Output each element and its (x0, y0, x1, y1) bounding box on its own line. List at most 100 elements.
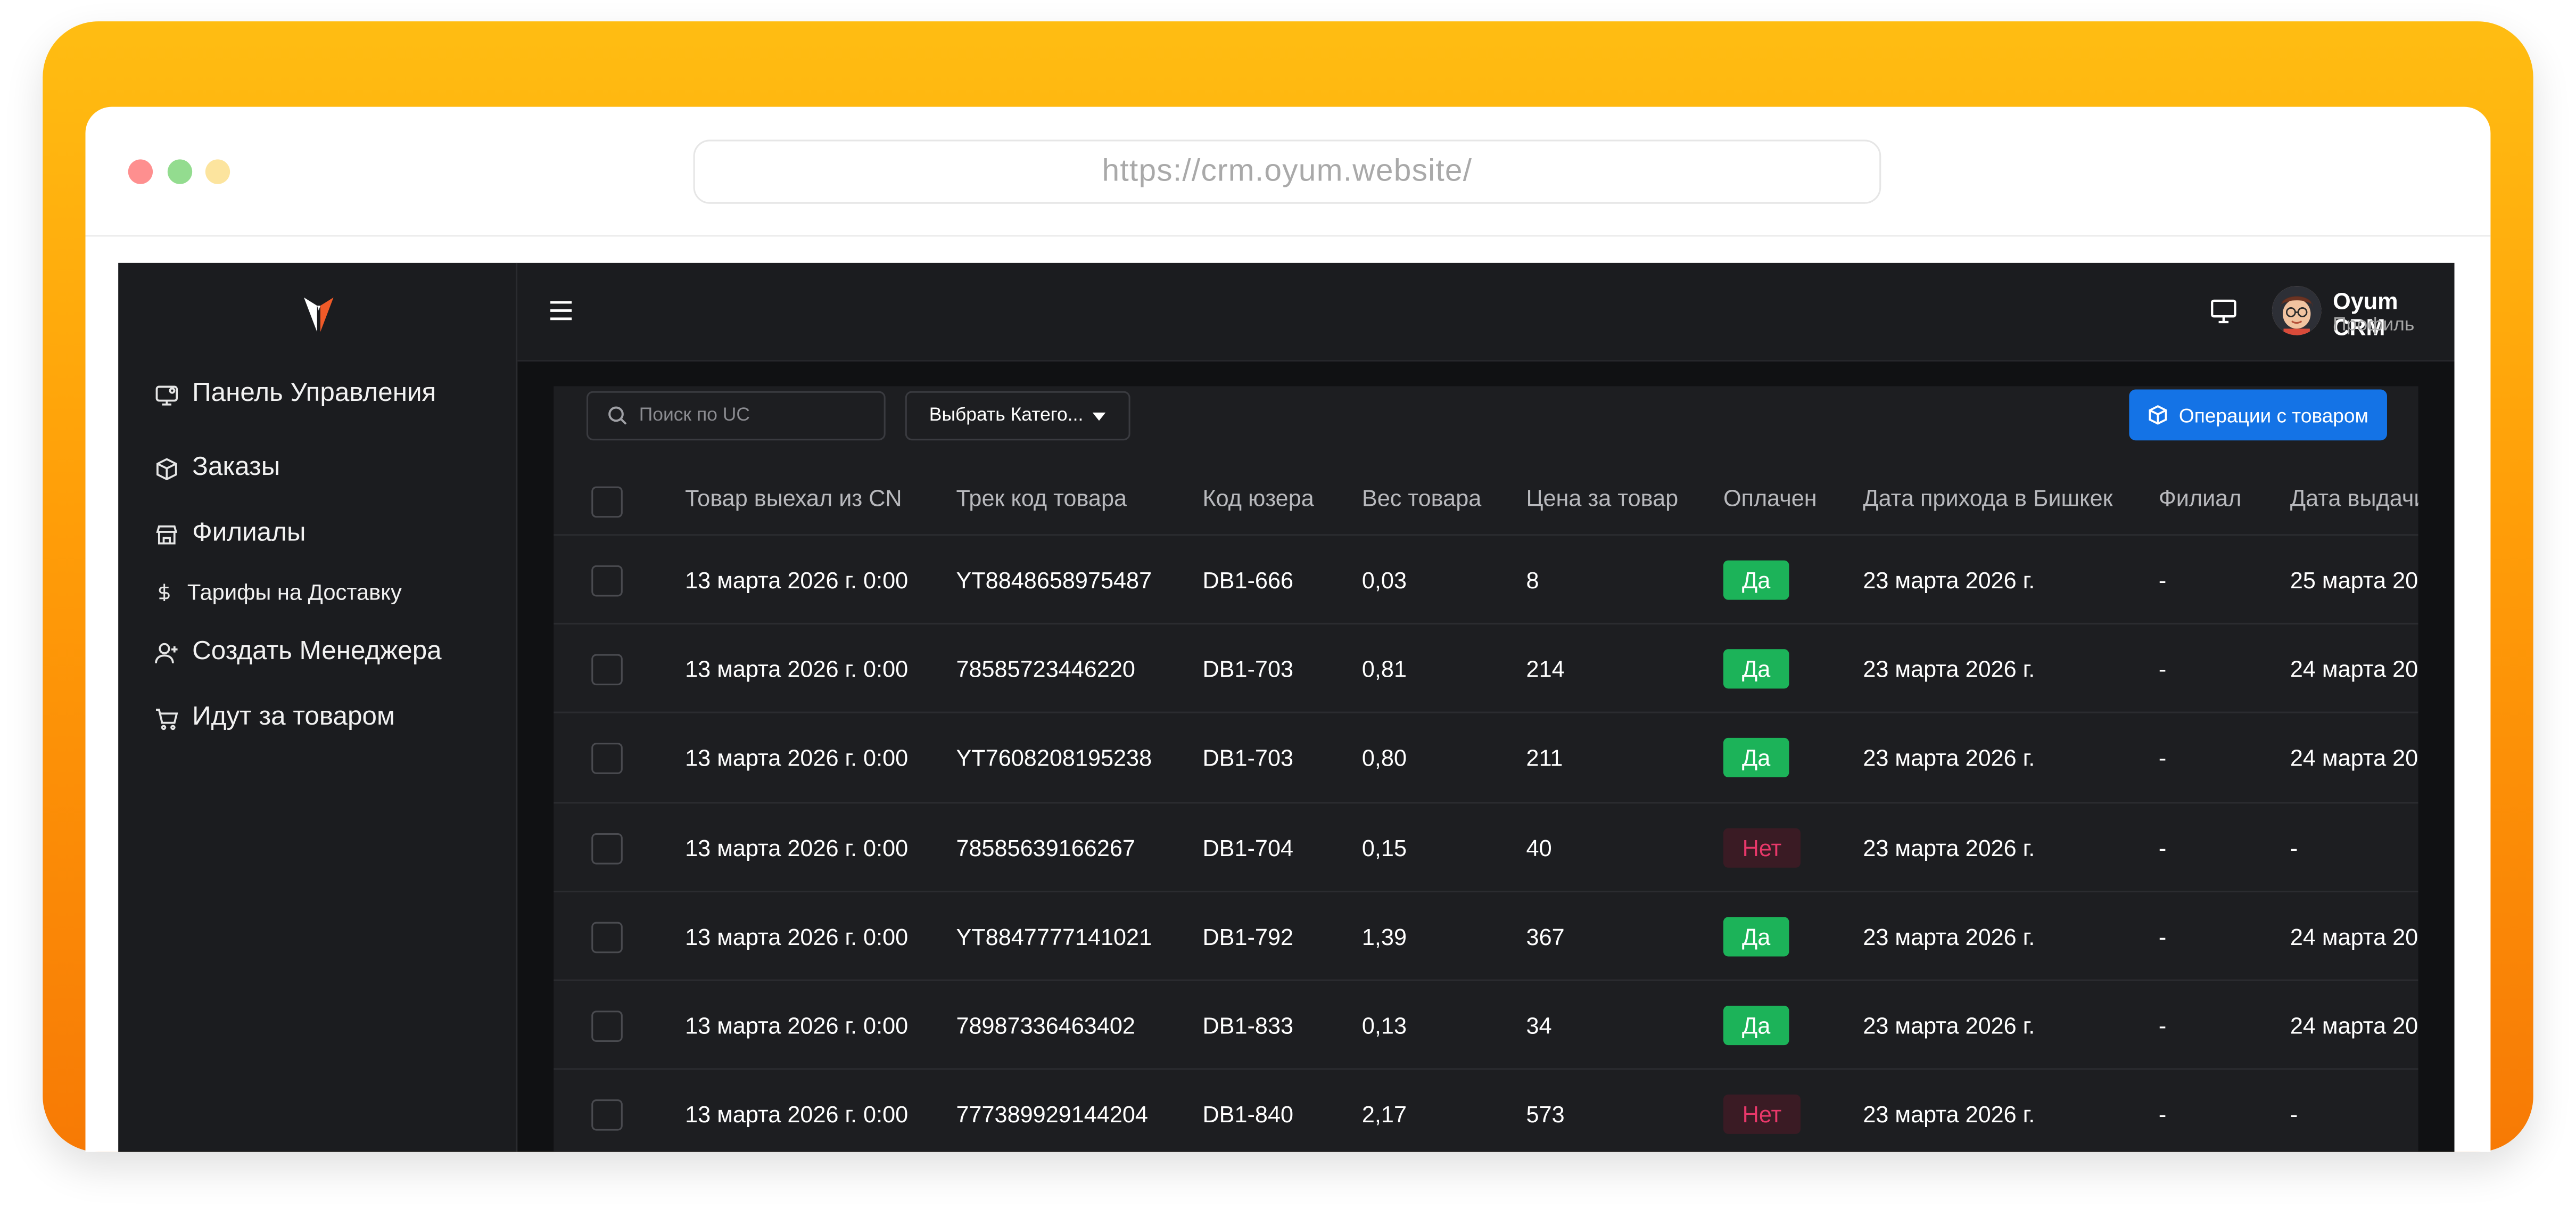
cell-branch: - (2158, 834, 2167, 861)
cell-track: YT7608208195238 (956, 745, 1152, 771)
search-box[interactable] (586, 391, 886, 441)
sidebar-item-branches[interactable]: Филиалы (154, 519, 306, 549)
cell-issued: - (2290, 834, 2298, 861)
fox-logo-icon[interactable] (299, 292, 338, 335)
cell-user: DB1-703 (1202, 745, 1294, 771)
row-checkbox[interactable] (591, 1010, 623, 1042)
cell-track: 78585723446220 (956, 656, 1135, 683)
sidebar-item-label: Панель Управления (192, 380, 436, 408)
column-header-branch[interactable]: Филиал (2159, 485, 2242, 511)
cell-weight: 0,13 (1361, 1012, 1407, 1039)
cell-track: YT8848658975487 (956, 566, 1152, 594)
column-header-user[interactable]: Код юзера (1202, 485, 1314, 511)
column-header-shipped[interactable]: Товар выехал из CN (685, 485, 902, 511)
row-checkbox[interactable] (591, 832, 623, 864)
browser-window: https://crm.oyum.website/ Панель Управле… (85, 106, 2491, 1152)
search-icon (608, 406, 627, 425)
cell-branch: - (2158, 656, 2167, 683)
cell-price: 367 (1526, 923, 1565, 950)
paid-status-badge: Да (1723, 1006, 1789, 1046)
cell-branch: - (2158, 923, 2167, 950)
address-bar[interactable]: https://crm.oyum.website/ (693, 139, 1881, 204)
cell-price: 40 (1526, 834, 1552, 861)
table-row[interactable]: 13 марта 2026 г. 0:00 78585723446220 DB1-7… (554, 623, 2418, 712)
sidebar-item-label: Заказы (192, 453, 280, 482)
cell-user: DB1-833 (1202, 1012, 1294, 1039)
table-row[interactable]: 13 марта 2026 г. 0:00 YT8848658975487 DB1-… (554, 534, 2418, 623)
column-header-weight[interactable]: Вес товара (1362, 485, 1481, 511)
window-close-dot[interactable] (128, 159, 153, 184)
row-checkbox[interactable] (591, 1099, 623, 1131)
sidebar-item-going-for-goods[interactable]: Идут за товаром (154, 703, 395, 733)
cell-price: 214 (1526, 656, 1565, 683)
monitor-icon[interactable] (2210, 299, 2238, 324)
sidebar-item-create-manager[interactable]: Создать Менеджера (154, 638, 442, 668)
cell-weight: 2,17 (1361, 1101, 1407, 1128)
sidebar-item-dashboard[interactable]: Панель Управления (154, 380, 436, 409)
cell-shipped: 13 марта 2026 г. 0:00 (685, 1101, 909, 1128)
column-header-paid[interactable]: Оплачен (1723, 485, 1817, 511)
table-row[interactable]: 13 марта 2026 г. 0:00 777389929144204 DB1-… (554, 1068, 2418, 1152)
cell-arrival: 23 марта 2026 г. (1863, 1012, 2035, 1039)
url-text: https://crm.oyum.website/ (1102, 153, 1473, 188)
paid-status-badge: Нет (1723, 1095, 1801, 1135)
sidebar: Панель Управления Заказы Филиалы Тарифы … (118, 262, 518, 1152)
sidebar-item-label: Тарифы на Доставку (187, 580, 402, 605)
browser-divider (85, 235, 2491, 237)
cell-branch: - (2158, 566, 2167, 594)
cell-branch: - (2158, 1012, 2167, 1039)
cell-price: 34 (1526, 1012, 1552, 1039)
cell-price: 211 (1526, 745, 1563, 771)
cell-weight: 0,81 (1361, 656, 1407, 683)
column-header-price[interactable]: Цена за товар (1526, 485, 1679, 511)
window-minimize-dot[interactable] (205, 159, 230, 184)
cell-issued: 24 марта 2026 г. (2290, 1012, 2418, 1039)
monitor-dashboard-icon (155, 385, 178, 405)
category-select[interactable]: Выбрать Катего... (905, 391, 1130, 441)
cell-user: DB1-666 (1202, 566, 1294, 594)
window-maximize-dot[interactable] (167, 159, 193, 184)
table-row[interactable]: 13 марта 2026 г. 0:00 78987336463402 DB1-8… (554, 979, 2418, 1069)
table-row[interactable]: 13 марта 2026 г. 0:00 78585639166267 DB1-7… (554, 801, 2418, 890)
cell-issued: - (2290, 1101, 2298, 1128)
cell-arrival: 23 марта 2026 г. (1863, 566, 2035, 594)
operations-button-label: Операции с товаром (2178, 403, 2369, 426)
cell-issued: 24 марта 2026 г. (2290, 923, 2418, 950)
search-input[interactable] (639, 406, 853, 426)
table-row[interactable]: 13 марта 2026 г. 0:00 YT7608208195238 DB1-… (554, 712, 2418, 801)
operations-button[interactable]: Операции с товаром (2129, 389, 2387, 441)
column-header-track[interactable]: Трек код товара (956, 485, 1127, 511)
avatar-face-icon (2272, 286, 2322, 335)
orders-panel: Выбрать Катего... Операции с товаром Тов… (554, 386, 2418, 1152)
select-all-checkbox[interactable] (591, 486, 623, 518)
table-row[interactable]: 13 марта 2026 г. 0:00 YT8847777141021 DB1-… (554, 890, 2418, 979)
user-plus-icon (155, 642, 178, 663)
hamburger-menu-icon[interactable] (549, 299, 573, 322)
orders-panel-clip: Выбрать Катего... Операции с товаром Тов… (554, 386, 2418, 1152)
cell-user: DB1-704 (1202, 834, 1294, 861)
cell-shipped: 13 марта 2026 г. 0:00 (685, 745, 909, 771)
row-checkbox[interactable] (591, 565, 623, 597)
dollar-icon (159, 584, 170, 601)
column-header-issued[interactable]: Дата выдачи (2290, 485, 2418, 511)
cell-user: DB1-792 (1202, 923, 1294, 950)
crm-app: Панель Управления Заказы Филиалы Тарифы … (118, 262, 2455, 1152)
profile-subtitle[interactable]: Профиль (2333, 316, 2414, 335)
cell-user: DB1-840 (1202, 1101, 1294, 1128)
row-checkbox[interactable] (591, 743, 623, 775)
paid-status-badge: Да (1723, 560, 1789, 600)
avatar[interactable] (2272, 286, 2322, 335)
cell-issued: 24 марта 2026 г. (2290, 745, 2418, 771)
cell-weight: 0,15 (1361, 834, 1407, 861)
row-checkbox[interactable] (591, 654, 623, 686)
row-checkbox[interactable] (591, 922, 623, 953)
cell-arrival: 23 марта 2026 г. (1863, 834, 2035, 861)
column-header-arrival[interactable]: Дата прихода в Бишкек (1863, 485, 2112, 511)
sidebar-item-tariffs[interactable]: Тарифы на Доставку (154, 580, 402, 605)
cell-price: 8 (1526, 566, 1539, 594)
sidebar-item-orders[interactable]: Заказы (154, 454, 280, 483)
store-icon (156, 524, 178, 544)
sidebar-item-label: Идут за товаром (192, 703, 395, 732)
cell-price: 573 (1526, 1101, 1565, 1128)
cell-weight: 0,03 (1361, 566, 1407, 594)
